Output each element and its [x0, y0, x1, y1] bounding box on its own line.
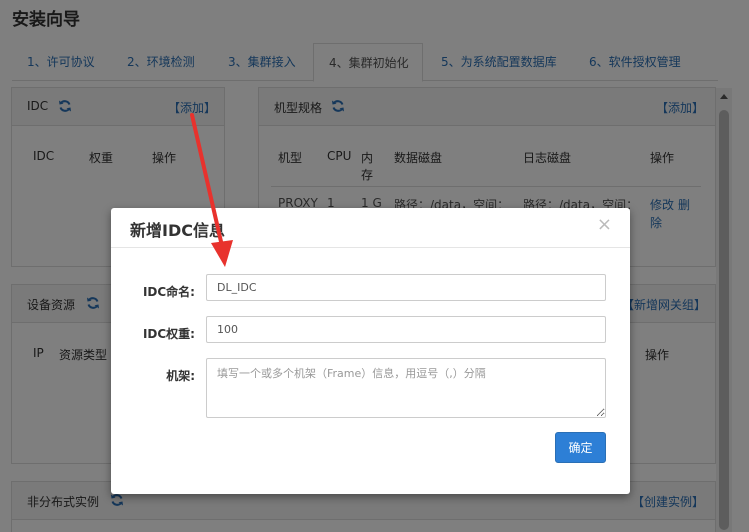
idc-weight-input[interactable] — [206, 316, 606, 343]
close-icon[interactable]: × — [597, 214, 612, 235]
idc-weight-label: IDC权重: — [142, 327, 195, 341]
rack-textarea[interactable] — [206, 358, 606, 418]
add-idc-dialog: 新增IDC信息 × IDC命名: IDC权重: 机架: 确定 — [111, 208, 630, 494]
dialog-header: 新增IDC信息 × — [111, 208, 630, 248]
dialog-title: 新增IDC信息 — [130, 221, 225, 240]
rack-label: 机架: — [166, 369, 195, 383]
idc-name-label: IDC命名: — [142, 285, 195, 299]
idc-name-input[interactable] — [206, 274, 606, 301]
confirm-button[interactable]: 确定 — [555, 432, 606, 463]
